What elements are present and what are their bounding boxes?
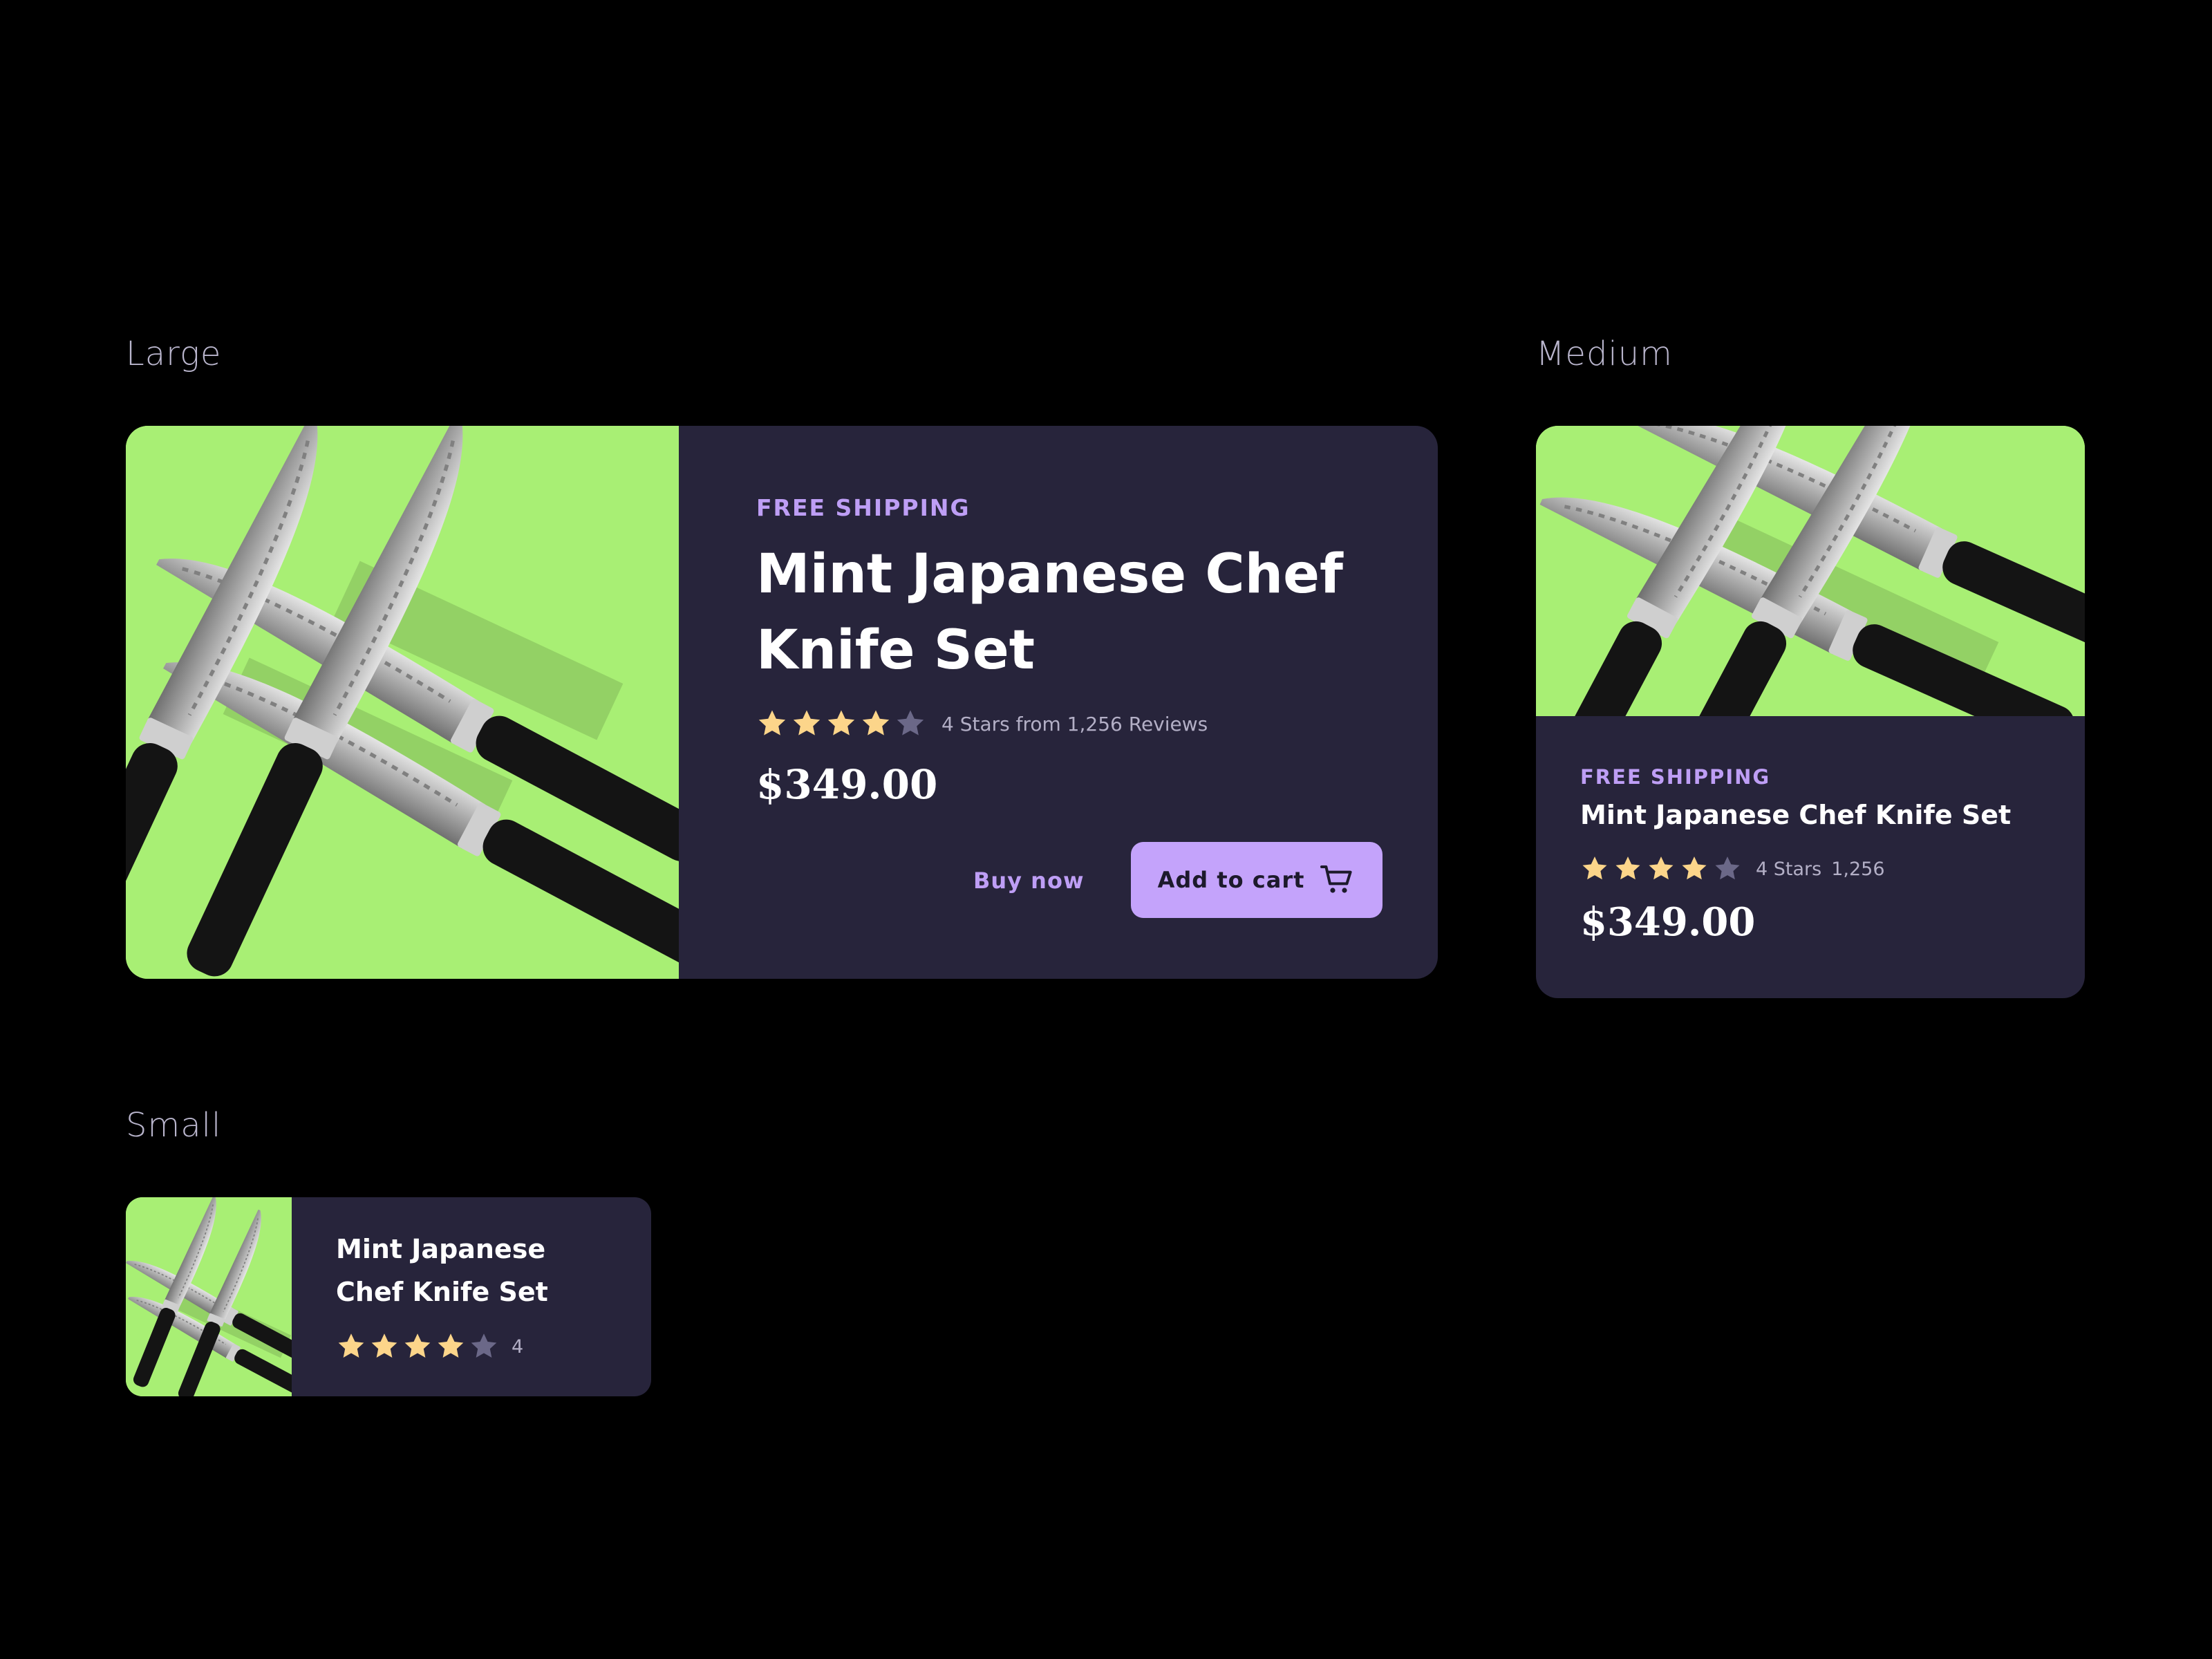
product-title: Mint Japanese Chef Knife Set bbox=[1580, 800, 2012, 830]
star-icon bbox=[862, 710, 890, 735]
rating-medium: 4 Stars 1,256 bbox=[1580, 854, 1885, 883]
product-title: Mint Japanese Chef Knife Set bbox=[756, 536, 1392, 688]
star-empty-icon bbox=[471, 1333, 497, 1358]
star-icon bbox=[1649, 856, 1674, 880]
buy-now-button[interactable]: Buy now bbox=[973, 870, 1085, 892]
add-to-cart-label: Add to cart bbox=[1157, 867, 1305, 893]
star-icon bbox=[1682, 856, 1707, 880]
star-icon bbox=[827, 710, 855, 735]
product-title-line-1: Mint Japanese Chef bbox=[756, 543, 1343, 606]
star-empty-icon bbox=[1715, 856, 1740, 880]
knife-set-photo bbox=[126, 1197, 292, 1396]
star-icon bbox=[371, 1333, 397, 1358]
knife-set-photo bbox=[126, 426, 679, 979]
product-title: Mint Japanese Chef Knife Set bbox=[336, 1228, 548, 1313]
product-title-line-2: Chef Knife Set bbox=[336, 1277, 548, 1307]
rating-count-text: 1,256 bbox=[1831, 858, 1885, 880]
medium-section-label: Medium bbox=[1536, 335, 1673, 373]
product-price: $349.00 bbox=[1580, 899, 1756, 945]
star-icon bbox=[404, 1333, 431, 1358]
free-shipping-label: FREE SHIPPING bbox=[1580, 765, 1771, 789]
rating-text: 4 Stars from 1,256 Reviews bbox=[941, 712, 1208, 735]
product-card-large[interactable]: FREE SHIPPING Mint Japanese Chef Knife S… bbox=[126, 426, 1438, 979]
small-section-label: Small bbox=[126, 1106, 222, 1145]
knife-set-photo bbox=[1536, 426, 2085, 716]
product-card-medium[interactable]: FREE SHIPPING Mint Japanese Chef Knife S… bbox=[1536, 426, 2085, 998]
add-to-cart-button[interactable]: Add to cart bbox=[1131, 842, 1382, 918]
free-shipping-label: FREE SHIPPING bbox=[756, 494, 971, 521]
rating-large: 4 Stars from 1,256 Reviews bbox=[756, 708, 1208, 740]
product-price: $349.00 bbox=[756, 761, 938, 808]
rating-stars-text: 4 Stars bbox=[1756, 858, 1822, 880]
star-icon bbox=[438, 1333, 464, 1358]
product-card-small[interactable]: Mint Japanese Chef Knife Set 4 bbox=[126, 1197, 651, 1396]
product-image-small bbox=[126, 1197, 292, 1396]
star-icon bbox=[758, 710, 786, 735]
product-title-line-1: Mint Japanese bbox=[336, 1234, 546, 1264]
star-icon bbox=[793, 710, 821, 735]
cart-icon bbox=[1320, 865, 1352, 893]
rating-small: 4 bbox=[336, 1331, 523, 1362]
star-empty-icon bbox=[897, 710, 924, 735]
star-icon bbox=[1615, 856, 1640, 880]
product-title-line-2: Knife Set bbox=[756, 619, 1035, 682]
rating-text: 4 bbox=[512, 1335, 524, 1358]
large-section-label: Large bbox=[126, 335, 222, 373]
star-icon bbox=[338, 1333, 364, 1358]
product-image-medium bbox=[1536, 426, 2085, 716]
star-icon bbox=[1582, 856, 1607, 880]
product-image-large bbox=[126, 426, 679, 979]
